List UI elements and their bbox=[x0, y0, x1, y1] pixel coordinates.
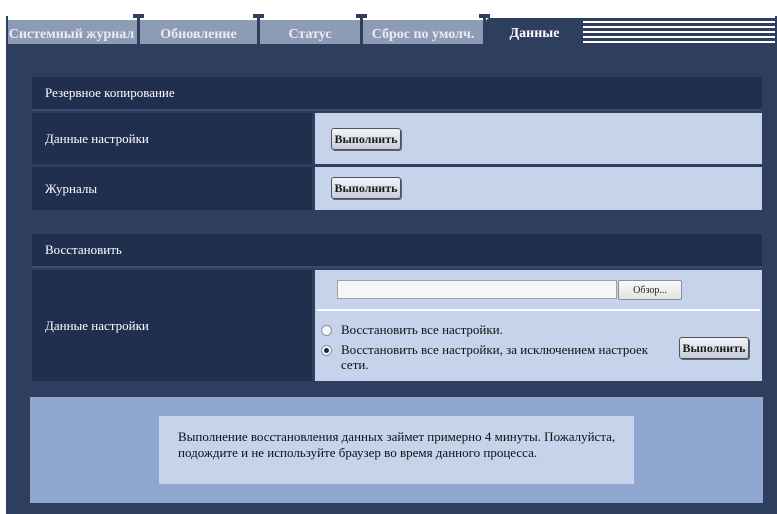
browse-button[interactable]: Обзор... bbox=[618, 280, 682, 300]
tab-bar-decoration bbox=[583, 18, 777, 44]
backup-settings-execute-button[interactable]: Выполнить bbox=[331, 128, 401, 150]
restore-all-radio[interactable] bbox=[321, 325, 332, 336]
restore-all-label: Восстановить все настройки. bbox=[341, 322, 503, 337]
restore-duration-notice: Выполнение восстановления данных займет … bbox=[159, 416, 634, 484]
backup-logs-execute-button[interactable]: Выполнить bbox=[331, 177, 401, 199]
restore-except-network-label: Восстановить все настройки, за исключени… bbox=[341, 342, 649, 372]
restore-divider bbox=[317, 309, 760, 311]
restore-settings-label: Данные настройки bbox=[32, 270, 312, 381]
backup-settings-label: Данные настройки bbox=[32, 113, 312, 164]
backup-section-title: Резервное копирование bbox=[32, 77, 762, 111]
restore-file-path-input[interactable] bbox=[337, 280, 617, 299]
backup-logs-label: Журналы bbox=[32, 167, 312, 210]
restore-section-title: Восстановить bbox=[32, 234, 762, 268]
tab-bar: Системный журнал Обновление Статус Сброс… bbox=[6, 14, 777, 50]
page: Системный журнал Обновление Статус Сброс… bbox=[0, 0, 777, 514]
restore-execute-button[interactable]: Выполнить bbox=[679, 337, 749, 359]
restore-except-network-radio[interactable] bbox=[321, 345, 332, 356]
